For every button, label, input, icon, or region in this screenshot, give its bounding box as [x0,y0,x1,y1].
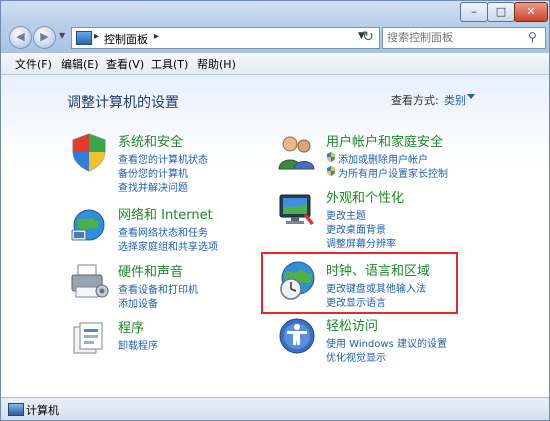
view-by-label: 查看方式: [391,94,439,107]
link-parental-controls[interactable]: 为所有用户设置家长控制 [338,165,448,180]
ease-of-access-icon[interactable] [276,315,318,357]
window-chrome: – □ ✕ ◀ ▶ ▼ ▸ 控制面板 ▸ ▼ ↻ ⚲ [1,1,549,53]
shield-icon[interactable] [68,131,110,173]
display-personalize-icon[interactable] [276,187,318,229]
view-by-chevron-down-icon[interactable] [467,94,475,99]
search-icon[interactable]: ⚲ [528,30,542,44]
link-windows-recommended-settings[interactable]: 使用 Windows 建议的设置 [326,335,447,350]
close-button[interactable]: ✕ [514,2,548,22]
status-bar: 计算机 [1,397,549,420]
printer-icon[interactable] [68,261,110,303]
breadcrumb-control-panel[interactable]: 控制面板 [104,31,148,47]
breadcrumb-separator-icon[interactable]: ▸ [94,31,99,42]
search-input[interactable] [387,30,522,45]
link-backup-computer[interactable]: 备份您的计算机 [118,165,188,180]
category-user-accounts: 用户帐户和家庭安全 添加或删除用户帐户 为所有用户设置家长控制 [276,131,481,180]
category-title[interactable]: 轻松访问 [326,315,378,334]
link-change-background[interactable]: 更改桌面背景 [326,221,386,236]
link-troubleshoot[interactable]: 查找并解决问题 [118,179,188,194]
menu-view[interactable]: 查看(V) [106,56,144,72]
menu-help[interactable]: 帮助(H) [197,56,236,72]
category-title[interactable]: 硬件和声音 [118,261,183,280]
link-optimize-visual-display[interactable]: 优化视觉显示 [326,349,386,364]
category-network-internet: 网络和 Internet 查看网络状态和任务 选择家庭组和共享选项 [68,204,273,253]
page-title: 调整计算机的设置 [67,95,179,111]
category-title[interactable]: 网络和 Internet [118,204,213,223]
breadcrumb-separator-icon[interactable]: ▸ [154,31,159,42]
category-title[interactable]: 外观和个性化 [326,187,404,206]
menu-tools[interactable]: 工具(T) [151,56,188,72]
forward-button[interactable]: ▶ [33,26,56,49]
computer-icon [8,403,24,416]
category-ease-of-access: 轻松访问 使用 Windows 建议的设置 优化视觉显示 [276,315,481,364]
search-box[interactable]: ⚲ [382,27,546,49]
category-hardware-sound: 硬件和声音 查看设备和打印机 添加设备 [68,261,273,310]
menu-file[interactable]: 文件(F) [15,56,52,72]
menu-edit[interactable]: 编辑(E) [61,56,99,72]
link-view-computer-status[interactable]: 查看您的计算机状态 [118,151,208,166]
view-by-dropdown[interactable]: 类别 [444,92,466,108]
category-title[interactable]: 用户帐户和家庭安全 [326,131,443,150]
users-icon[interactable] [276,131,318,173]
programs-icon[interactable] [68,317,110,359]
link-add-remove-accounts[interactable]: 添加或删除用户帐户 [338,151,428,166]
link-network-status[interactable]: 查看网络状态和任务 [118,224,208,239]
link-uninstall-program[interactable]: 卸载程序 [118,337,158,352]
minimize-button[interactable]: – [460,2,488,22]
link-devices-printers[interactable]: 查看设备和打印机 [118,281,198,296]
link-add-device[interactable]: 添加设备 [118,295,158,310]
address-bar[interactable]: ▸ 控制面板 ▸ ▼ [71,27,380,49]
back-button[interactable]: ◀ [9,26,32,49]
highlight-box [261,252,458,314]
status-text: 计算机 [26,404,59,417]
link-change-theme[interactable]: 更改主题 [326,207,366,222]
maximize-button[interactable]: □ [487,2,515,22]
uac-shield-icon [327,166,335,176]
uac-shield-icon [327,152,335,162]
recent-pages-chevron-down-icon[interactable]: ▼ [59,31,69,43]
category-appearance: 外观和个性化 更改主题 更改桌面背景 调整屏幕分辨率 [276,187,481,250]
category-programs: 程序 卸载程序 [68,317,273,357]
category-title[interactable]: 程序 [118,317,144,336]
refresh-icon[interactable]: ↻ [360,29,376,45]
category-title[interactable]: 系统和安全 [118,131,183,150]
globe-network-icon[interactable] [68,204,110,246]
link-homegroup-sharing[interactable]: 选择家庭组和共享选项 [118,238,218,253]
control-panel-icon [76,31,92,45]
link-screen-resolution[interactable]: 调整屏幕分辨率 [326,235,396,250]
control-panel-window: – □ ✕ ◀ ▶ ▼ ▸ 控制面板 ▸ ▼ ↻ ⚲ 文件(F) 编辑(E) 查… [0,0,550,421]
menu-bar: 文件(F) 编辑(E) 查看(V) 工具(T) 帮助(H) [1,53,549,75]
category-system-security: 系统和安全 查看您的计算机状态 备份您的计算机 查找并解决问题 [68,131,273,194]
